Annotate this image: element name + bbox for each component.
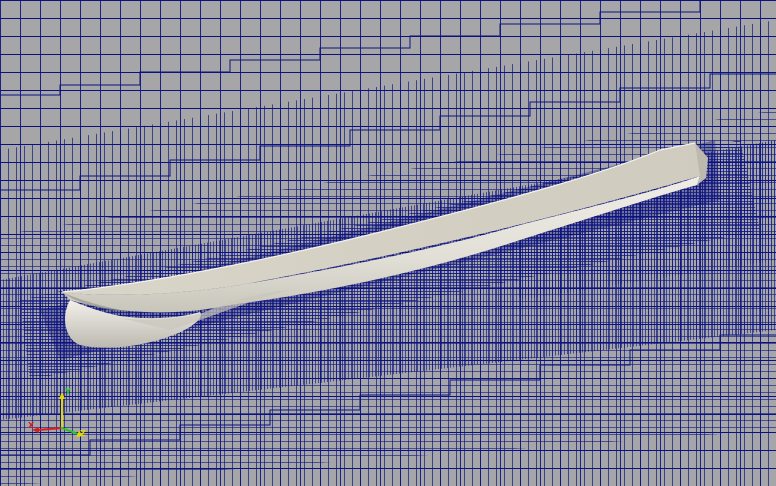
render-viewport[interactable]: X Y Z — [0, 0, 776, 486]
y-axis-label: Y — [64, 387, 71, 396]
z-axis-label: Z — [80, 429, 86, 438]
x-axis-label: X — [28, 421, 35, 430]
